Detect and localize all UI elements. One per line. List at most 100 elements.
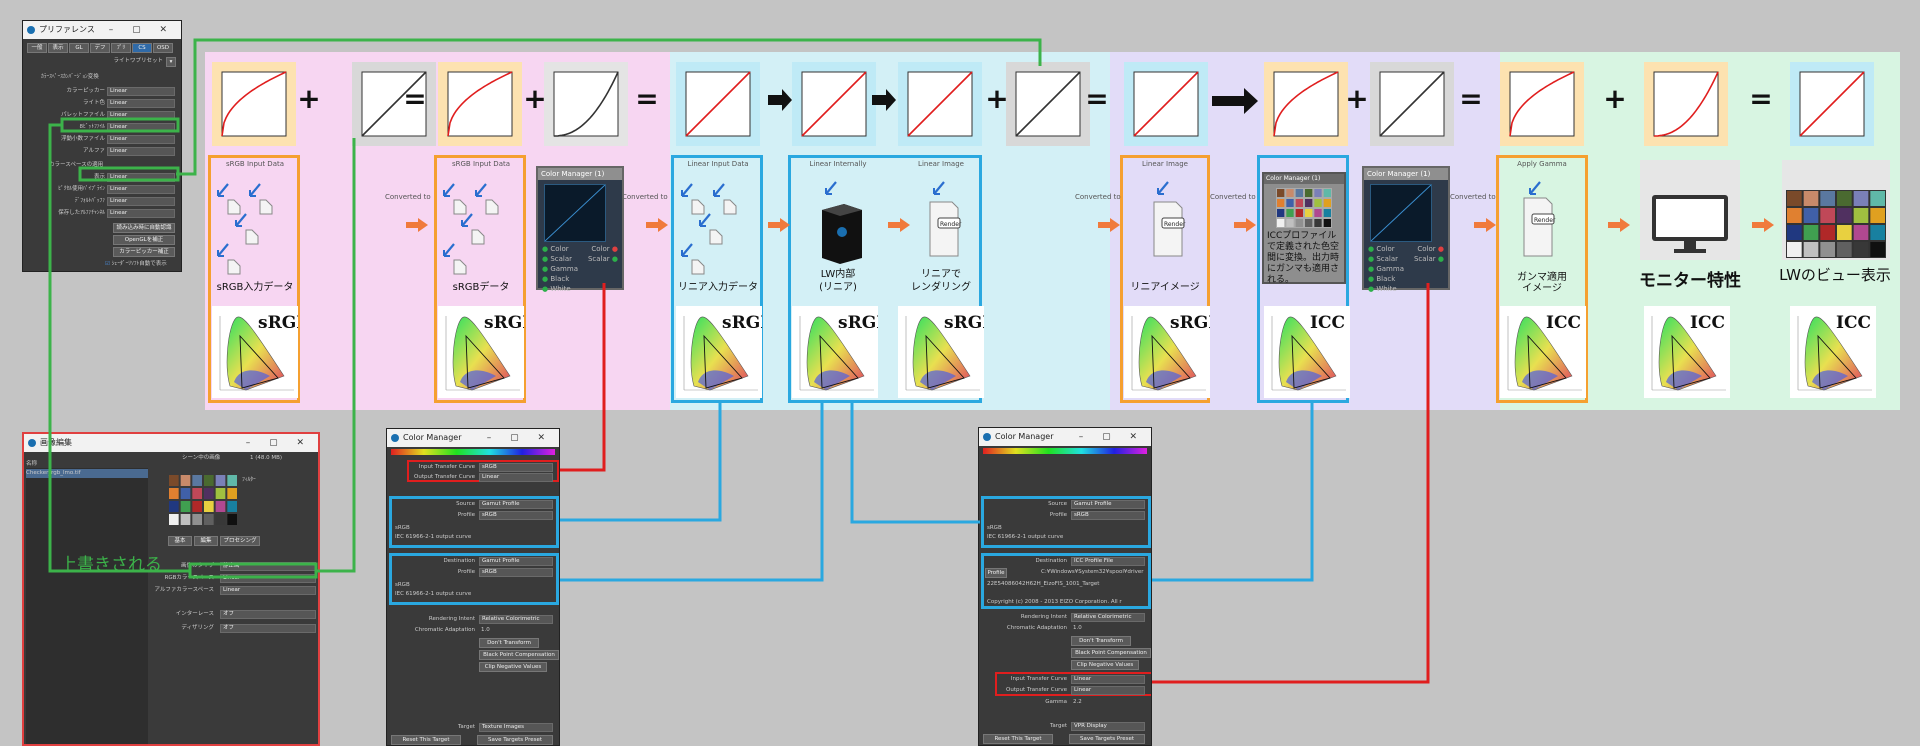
node-pins-right: Color ● Scalar ● [587, 245, 618, 263]
profile-select[interactable]: sRGB [1071, 511, 1145, 520]
gamut-label: ICC [1690, 313, 1725, 333]
gamut-label: ICC [1310, 313, 1345, 333]
field-select[interactable]: Linear [107, 135, 175, 144]
source-select[interactable]: Gamut Profile [479, 500, 553, 509]
field-label: ﾃﾞﾌｫﾙﾄﾊﾞｯﾌｧ [74, 198, 105, 204]
image-editor-window[interactable]: 画像編集 – ▢ ✕ 名称 Checker_rgb_lmo.tif シーン中の画像… [22, 432, 320, 746]
field-select[interactable]: Linear [107, 111, 175, 120]
node-graph [1370, 184, 1432, 242]
tab[interactable]: 基本 [168, 536, 192, 546]
checker-patch [1295, 219, 1303, 227]
picker-button[interactable]: カラーピッカー補正 [113, 247, 175, 257]
field-select[interactable]: オフ [220, 624, 316, 633]
profile-button[interactable]: Profile [985, 568, 1007, 578]
field-select[interactable]: Linear [107, 173, 175, 182]
reset-target-button[interactable]: Reset This Target [983, 734, 1053, 744]
dont-transform-button[interactable]: Don't Transform [1071, 636, 1131, 646]
tab[interactable]: 編集 [194, 536, 218, 546]
node-title: Color Manager (1) [538, 168, 622, 180]
field-select[interactable]: Linear [107, 87, 175, 96]
preset-dropdown[interactable]: ▾ [166, 57, 176, 67]
chromatic-value[interactable]: 1.0 [481, 626, 490, 635]
tab[interactable]: ﾌﾟﾘ [111, 43, 131, 53]
checker-patch [1277, 199, 1285, 207]
dont-transform-button[interactable]: Don't Transform [479, 638, 539, 648]
checker-patch [192, 475, 202, 486]
profile-path[interactable]: C:¥Windows¥System32¥spool¥driver [1041, 568, 1145, 577]
checker-patch [1305, 209, 1313, 217]
output-tc-label: Output Transfer Curve [414, 474, 475, 480]
reset-target-button[interactable]: Reset This Target [391, 735, 461, 745]
color-manager-window-left[interactable]: Color Manager – ▢ ✕ Input Transfer Curve … [386, 428, 560, 746]
field-select[interactable]: Linear [107, 123, 175, 132]
input-tc-select[interactable]: Linear [1071, 675, 1145, 684]
field-select[interactable]: オフ [220, 610, 316, 619]
field-select[interactable]: Linear [107, 209, 175, 218]
bpc-button[interactable]: Black Point Compensation [479, 650, 559, 660]
tab[interactable]: 表示 [48, 43, 68, 53]
icc-node-title: Color Manager (1) [1264, 174, 1344, 184]
field-select[interactable]: Linear [107, 147, 175, 156]
field-label: パレットファイル [60, 112, 105, 118]
field-select[interactable]: Linear [107, 197, 175, 206]
checker-patch [227, 514, 237, 525]
field-select[interactable]: Linear [220, 586, 316, 595]
profile-select[interactable]: sRGB [479, 511, 553, 520]
eyedropper-icon [713, 183, 725, 197]
checker-patch [204, 475, 214, 486]
tab[interactable]: OSD [153, 43, 173, 53]
destination-label: Destination [443, 558, 475, 564]
profile-select[interactable]: sRGB [479, 568, 553, 577]
save-preset-button[interactable]: Save Targets Preset [477, 735, 553, 745]
bpc-button[interactable]: Black Point Compensation [1071, 648, 1151, 658]
opengl-button[interactable]: OpenGLを補正 [113, 235, 175, 245]
tab-cs[interactable]: CS [132, 43, 152, 53]
profile-desc: sRGB [395, 525, 410, 531]
window-titlebar: プリファレンス – ▢ ✕ [23, 21, 181, 39]
destination-select[interactable]: Gamut Profile [479, 557, 553, 566]
target-select[interactable]: Texture Images [479, 723, 553, 732]
field-select[interactable]: Linear [107, 99, 175, 108]
field-select[interactable]: 静止画 [220, 562, 316, 571]
destination-select[interactable]: ICC Profile File [1071, 557, 1145, 566]
gamut-chart: sRGB [212, 306, 298, 398]
document-icon [259, 199, 273, 215]
tab[interactable]: 一般 [27, 43, 47, 53]
source-select[interactable]: Gamut Profile [1071, 500, 1145, 509]
output-tc-select[interactable]: Linear [479, 473, 553, 482]
shader-checkbox[interactable]: ☑ ｼｪｰﾀﾞｰﾘｿﾌﾄ自動で表示 [105, 260, 181, 269]
color-manager-node[interactable]: Color Manager (1) ● Color ● Scalar ● Gam… [536, 166, 624, 293]
gamut-chart: sRGB [676, 306, 762, 398]
rendering-select[interactable]: Relative Colorimetric [1071, 613, 1145, 622]
tab[interactable]: プロセシング [220, 536, 260, 546]
eyedropper-icon [443, 183, 455, 197]
input-tc-select[interactable]: sRGB [479, 463, 553, 472]
color-manager-window-right[interactable]: Color Manager – ▢ ✕ Source Gamut Profile … [978, 427, 1152, 746]
save-preset-button[interactable]: Save Targets Preset [1069, 734, 1145, 744]
icc-name: 22E54086042H62H_EizoFlS_1001_Target [987, 581, 1100, 587]
list-item[interactable]: Checker_rgb_lmo.tif [26, 469, 148, 478]
tab[interactable]: デフ [90, 43, 110, 53]
clip-button[interactable]: Clip Negative Values [1071, 660, 1139, 670]
icc-node-panel: Color Manager (1) ICCプロファイルで定義された色空間に変換。… [1262, 172, 1346, 285]
chromatic-value[interactable]: 1.0 [1073, 624, 1082, 633]
tab[interactable]: GL [69, 43, 89, 53]
target-select[interactable]: VPR Display [1071, 722, 1145, 731]
image-list[interactable]: Checker_rgb_lmo.tif [26, 468, 148, 744]
auto-detect-button[interactable]: 読み込み時に自動認識 [113, 223, 175, 233]
field-label: 浮動小数ファイル [60, 136, 105, 142]
output-tc-select[interactable]: Linear [1071, 686, 1145, 695]
field-select[interactable]: Linear [220, 574, 316, 583]
checker-patch [169, 514, 179, 525]
color-manager-node[interactable]: Color Manager (1) ● Color ● Scalar ● Gam… [1362, 166, 1450, 293]
eyedropper-icon [249, 183, 261, 197]
profile-desc: IEC 61966-2-1 output curve [395, 534, 472, 540]
checker-patch [169, 488, 179, 499]
section-label: ｶﾗｰｽﾍﾟｰｽｶﾝﾊﾞｰｼﾞｮﾝ変換 [41, 74, 99, 80]
filter-label: ﾌｨﾙﾀｰ [242, 477, 256, 483]
gamma-value[interactable]: 2.2 [1073, 698, 1082, 707]
preferences-window[interactable]: プリファレンス – ▢ ✕ 一般 表示 GL デフ ﾌﾟﾘ CS OSD ライトワ… [22, 20, 182, 272]
field-select[interactable]: Linear [107, 185, 175, 194]
rendering-select[interactable]: Relative Colorimetric [479, 615, 553, 624]
clip-button[interactable]: Clip Negative Values [479, 662, 547, 672]
